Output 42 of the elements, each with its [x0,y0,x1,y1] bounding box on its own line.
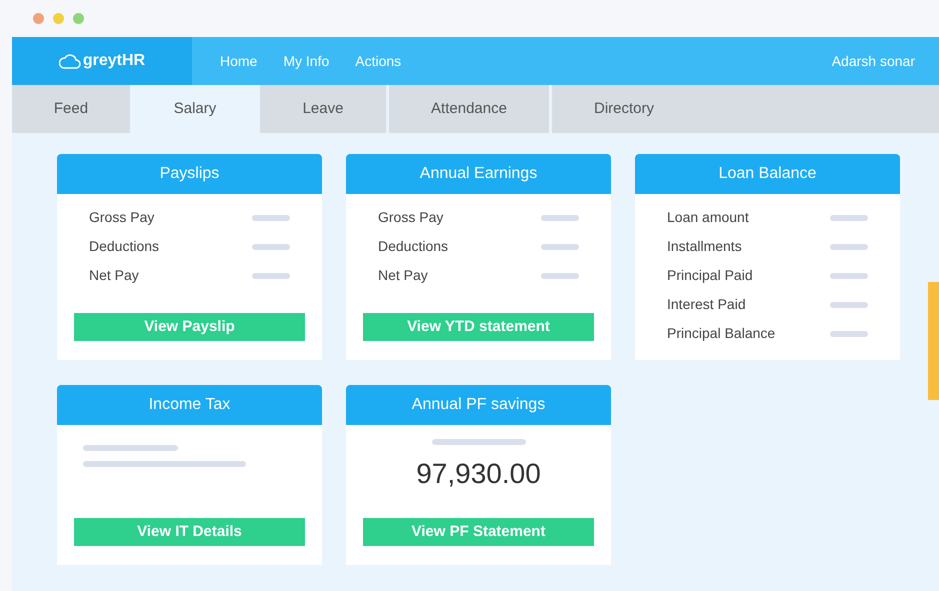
card-title: Annual PF savings [412,395,546,415]
card-title: Income Tax [148,395,230,415]
row-label: Gross Pay [89,208,154,227]
placeholder-bar [541,272,579,278]
row-label: Gross Pay [378,208,444,227]
view-button[interactable]: View IT Details [74,518,305,546]
tab[interactable]: Directory [552,85,939,133]
row-label: Loan amount [667,208,749,227]
row-label: Principal Balance [667,324,776,343]
placeholder-bar [830,272,868,278]
placeholder-bar [830,330,868,336]
row-label: Deductions [378,237,448,256]
placeholder-bar [830,244,868,250]
tab[interactable]: Leave [260,85,386,133]
row-label: Deductions [89,237,160,256]
view-button[interactable]: View Payslip [74,313,305,341]
view-button[interactable]: View YTD statement [363,313,594,341]
nav-link[interactable]: Actions [355,50,402,72]
card-title: Loan Balance [718,164,816,184]
placeholder-bar [252,244,290,250]
row-label: Principal Paid [667,266,753,285]
row-label: Interest Paid [667,295,746,314]
row-label: Net Pay [89,266,139,285]
nav-link[interactable]: Home [220,50,258,72]
amount-value: 97,930.00 [416,457,541,491]
card-title: Payslips [160,164,220,184]
placeholder-bar [541,214,579,220]
row-label: Net Pay [378,266,428,285]
tab[interactable]: Attendance [389,85,549,133]
row-label: Installments [667,237,742,256]
card-title: Annual Earnings [420,164,538,184]
placeholder-bar [252,272,290,278]
placeholder-bar [541,244,579,250]
cloud-icon [58,52,81,70]
placeholder-bar [252,214,290,220]
view-button[interactable]: View PF Statement [363,518,594,546]
logo-text: greytHR [82,51,146,71]
tab[interactable]: Feed [12,85,130,133]
placeholder-bar [830,302,868,308]
user-name[interactable]: Adarsh sonar [832,50,915,72]
placeholder-bar [830,214,868,220]
nav-link[interactable]: My Info [283,50,330,72]
